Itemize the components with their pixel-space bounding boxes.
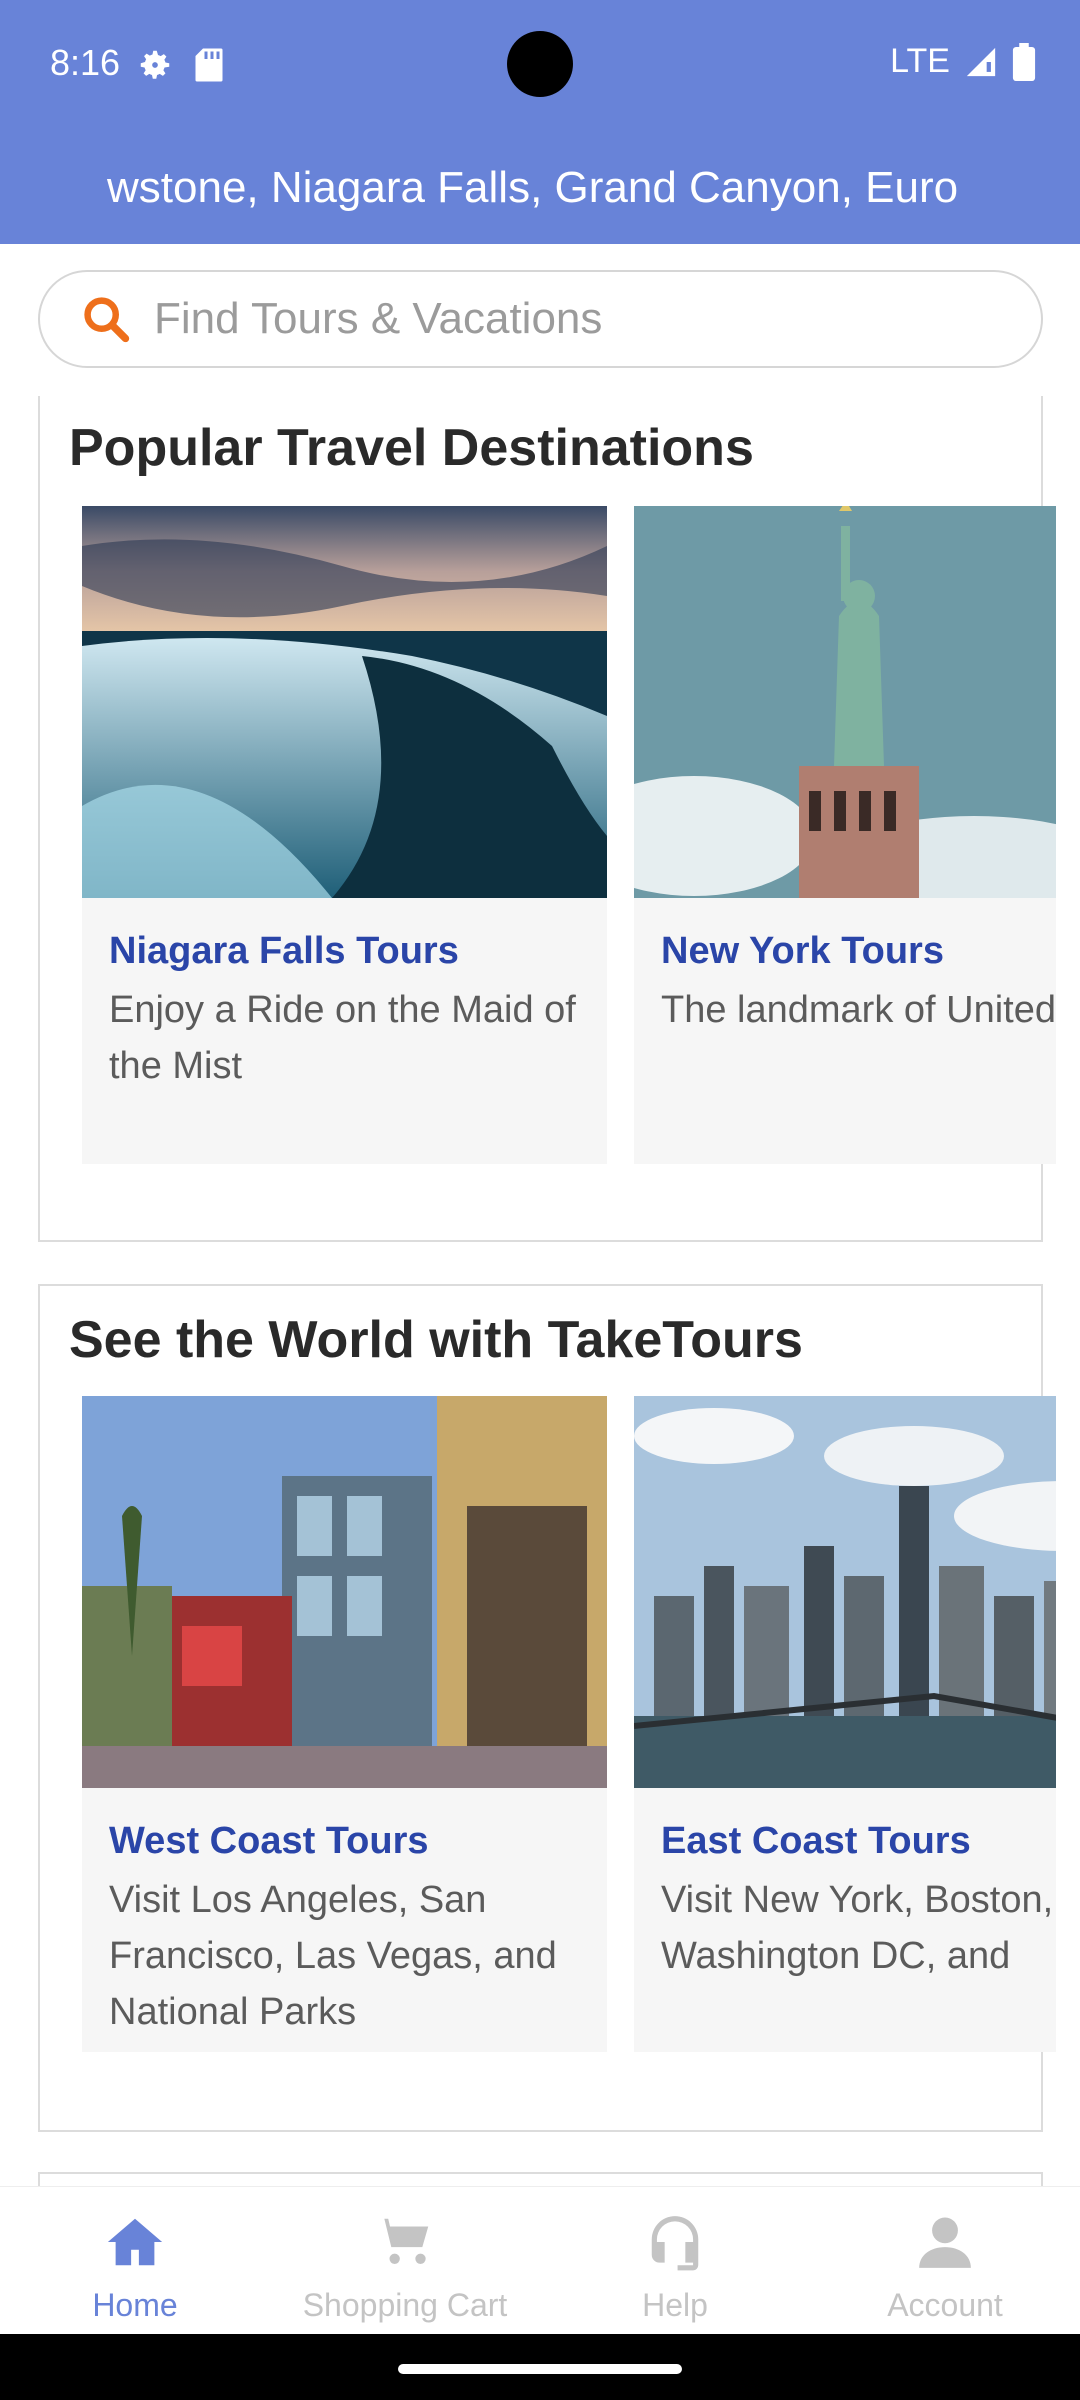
network-label: LTE (890, 42, 950, 80)
card-title: New York Tours (661, 930, 944, 972)
tour-card-new-york[interactable]: New York Tours The landmark of United St… (634, 506, 1056, 1164)
niagara-falls-image (82, 506, 607, 898)
nav-label: Shopping Cart (302, 2287, 508, 2323)
gesture-handle[interactable] (398, 2364, 682, 2374)
account-icon (919, 2217, 971, 2268)
status-icons-left (136, 46, 224, 84)
card-title: East Coast Tours (661, 1820, 971, 1862)
nav-label: Help (642, 2287, 708, 2323)
bottom-navigation: Home Shopping Cart Help Account (0, 2186, 1080, 2334)
signal-icon (966, 47, 996, 76)
nav-account[interactable]: Account (810, 2187, 1080, 2334)
sd-card-icon (195, 48, 223, 82)
tour-card-niagara[interactable]: Niagara Falls Tours Enjoy a Ride on the … (82, 506, 607, 1164)
card-carousel[interactable]: West Coast Tours Visit Los Angeles, San … (82, 1396, 1056, 2052)
status-bar: 8:16 LTE (0, 0, 1080, 130)
card-carousel[interactable]: Niagara Falls Tours Enjoy a Ride on the … (82, 506, 1056, 1164)
new-york-skyline-image (634, 1396, 1056, 1788)
search-input[interactable] (154, 294, 1004, 344)
cart-icon (376, 2218, 429, 2264)
home-icon (107, 2218, 163, 2266)
popular-destinations-section: Popular Travel Destinations Niagara Fall (38, 396, 1056, 1242)
card-description: Visit New York, Boston, Washington DC, a… (661, 1879, 1054, 1977)
nav-label: Home (92, 2287, 178, 2323)
nav-help[interactable]: Help (540, 2187, 810, 2334)
hollywood-image (82, 1396, 607, 1788)
card-description: Visit Los Angeles, San Francisco, Las Ve… (109, 1879, 557, 2033)
camera-cutout (507, 31, 573, 97)
destinations-marquee: wstone, Niagara Falls, Grand Canyon, Eur… (107, 163, 959, 212)
headset-icon (651, 2216, 699, 2271)
statue-of-liberty-image (634, 506, 1056, 898)
see-the-world-section: See the World with TakeTours West Coast … (38, 1284, 1056, 2132)
nav-home[interactable]: Home (0, 2187, 270, 2334)
tour-card-west-coast[interactable]: West Coast Tours Visit Los Angeles, San … (82, 1396, 607, 2052)
settings-icon (140, 50, 170, 79)
nav-shopping-cart[interactable]: Shopping Cart (270, 2187, 540, 2334)
status-time: 8:16 (50, 42, 121, 83)
section-title: See the World with TakeTours (69, 1311, 803, 1369)
status-right: LTE (890, 42, 1036, 81)
card-title: Niagara Falls Tours (109, 930, 459, 972)
section-title: Popular Travel Destinations (69, 419, 754, 477)
tour-card-east-coast[interactable]: East Coast Tours Visit New York, Boston,… (634, 1396, 1056, 2052)
nav-label: Account (887, 2287, 1003, 2323)
search-icon (84, 297, 130, 343)
search-bar[interactable] (38, 270, 1043, 368)
battery-icon (1012, 42, 1036, 81)
card-description: The landmark of United State (661, 989, 1056, 1031)
card-description: Enjoy a Ride on the Maid of the Mist (109, 989, 576, 1087)
card-title: West Coast Tours (109, 1820, 429, 1862)
